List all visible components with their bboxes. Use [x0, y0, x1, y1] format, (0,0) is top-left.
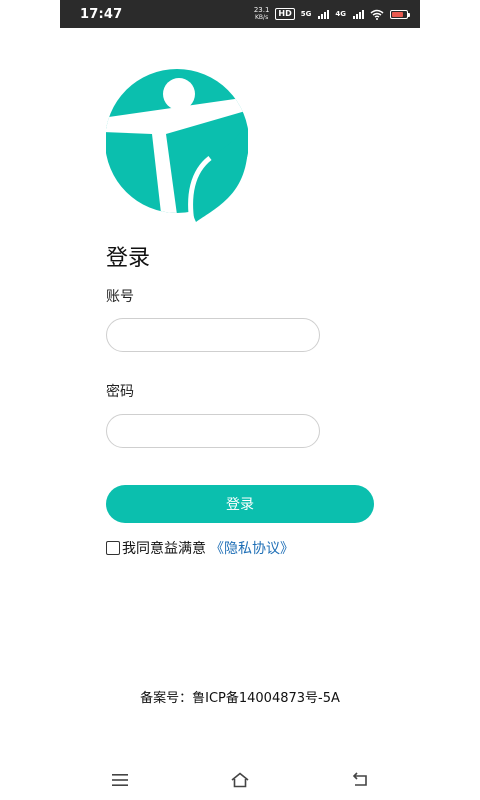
password-label: 密码 [106, 384, 134, 400]
network-speed-unit: KB/s [255, 14, 269, 21]
network-5g-label: 5G [300, 10, 312, 18]
app-screen: 17:47 23.1 KB/s HD 5G 4G 登录 账号 密码 登录 我同意… [60, 0, 420, 800]
status-bar: 17:47 23.1 KB/s HD 5G 4G [60, 0, 420, 28]
account-label: 账号 [106, 289, 134, 305]
battery-level [392, 11, 403, 17]
home-icon [231, 772, 249, 788]
home-button[interactable] [222, 765, 258, 795]
agreement-text: 我同意益满意 [122, 541, 206, 557]
menu-icon [112, 774, 128, 786]
signal-4g-icon [353, 9, 364, 19]
account-input[interactable] [106, 318, 320, 352]
network-4g-label: 4G [335, 10, 346, 18]
menu-button[interactable] [102, 765, 138, 795]
network-speed-value: 23.1 [253, 6, 270, 14]
privacy-policy-link[interactable]: 《隐私协议》 [210, 538, 294, 558]
signal-5g-icon [318, 9, 330, 19]
battery-icon [390, 9, 410, 19]
agreement-checkbox[interactable] [106, 541, 120, 555]
status-icons: 23.1 KB/s HD 5G 4G [253, 6, 410, 22]
password-input[interactable] [106, 414, 320, 448]
back-button[interactable] [342, 765, 378, 795]
system-nav-bar [60, 760, 420, 800]
page-title: 登录 [106, 246, 151, 271]
agreement-row: 我同意益满意 《隐私协议》 [106, 538, 294, 558]
status-time: 17:47 [80, 6, 123, 22]
back-icon [352, 772, 367, 786]
app-logo [106, 69, 248, 222]
hd-icon: HD [275, 8, 295, 20]
icp-record: 备案号：鲁ICP备14004873号-5A [140, 691, 340, 706]
login-button[interactable]: 登录 [106, 485, 374, 523]
wifi-icon [370, 9, 384, 20]
network-speed: 23.1 KB/s [253, 6, 270, 22]
